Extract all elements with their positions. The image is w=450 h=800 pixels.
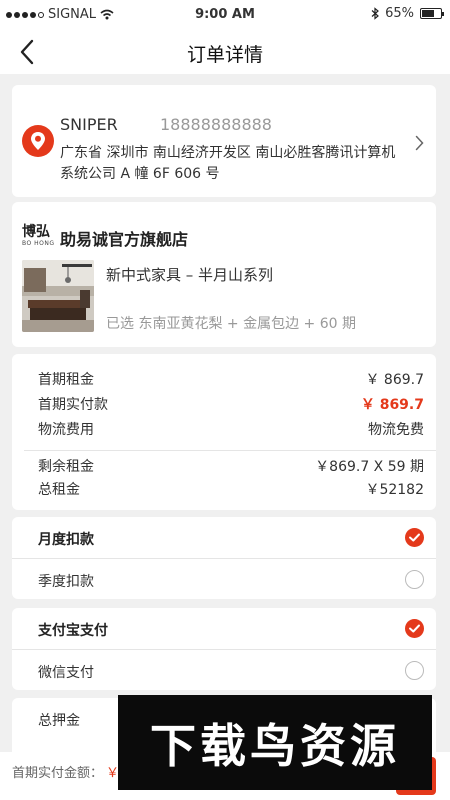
unchecked-circle-icon[interactable] <box>405 570 424 589</box>
product-name: 新中式家具 – 半月山系列 <box>106 266 274 284</box>
price-row-value: ￥ 869.7 <box>360 397 424 413</box>
price-row-value: ￥52182 <box>365 482 424 498</box>
option-alipay[interactable]: 支付宝支付 <box>12 608 436 649</box>
price-row-label: 剩余租金 <box>38 459 94 475</box>
option-label: 季度扣款 <box>38 574 94 590</box>
product-image[interactable] <box>22 260 94 332</box>
price-row-value: 物流免费 <box>368 422 424 438</box>
price-row-label: 首期租金 <box>38 372 94 388</box>
checked-circle-icon[interactable] <box>405 528 424 547</box>
price-row-total-rent: 总租金 ￥52182 <box>38 479 424 499</box>
price-row-remaining-rent: 剩余租金 ￥869.7 X 59 期 <box>38 456 424 476</box>
watermark-text: 下载鸟资源 <box>150 718 400 773</box>
option-label: 微信支付 <box>38 665 94 681</box>
page-title: 订单详情 <box>186 44 263 66</box>
option-label: 月度扣款 <box>38 532 94 548</box>
battery-percentage: 65% <box>385 6 414 21</box>
deduction-options-card: 月度扣款 季度扣款 <box>12 517 436 599</box>
shop-name[interactable]: 助易诚官方旗舰店 <box>60 226 188 250</box>
shop-logo: 博弘 BO HONG <box>22 224 64 247</box>
order-item-card: 博弘 BO HONG 助易诚官方旗舰店 新中式家具 – 半月山系列 已选 东南亚… <box>12 202 436 347</box>
price-summary-card: 首期租金 ￥ 869.7 首期实付款 ￥ 869.7 物流费用 物流免费 剩余租… <box>12 354 436 510</box>
battery-icon <box>420 8 444 19</box>
price-row-label: 首期实付款 <box>38 397 108 413</box>
price-row-value: ￥ 869.7 <box>365 372 424 388</box>
recipient-phone: 18888888888 <box>160 115 272 134</box>
first-payment-label: 首期实付金额： <box>12 766 104 781</box>
price-row-first-rent: 首期租金 ￥ 869.7 <box>38 369 424 389</box>
shop-logo-en: BO HONG <box>22 240 55 247</box>
product-spec: 已选 东南亚黄花梨 + 金属包边 + 60 期 <box>106 316 356 332</box>
status-bar: SIGNAL 9:00 AM 65% <box>0 0 450 30</box>
navigation-bar: 订单详情 <box>0 30 450 74</box>
option-label: 支付宝支付 <box>38 623 108 639</box>
divider <box>24 450 436 451</box>
price-row-first-payment: 首期实付款 ￥ 869.7 <box>38 394 424 414</box>
shipping-address-card[interactable]: SNIPER 18888888888 广东省 深圳市 南山经济开发区 南山必胜客… <box>12 85 436 197</box>
location-pin-icon <box>22 125 54 157</box>
option-wechat-pay[interactable]: 微信支付 <box>12 649 436 690</box>
checked-circle-icon[interactable] <box>405 619 424 638</box>
option-monthly-deduction[interactable]: 月度扣款 <box>12 517 436 558</box>
payment-options-card: 支付宝支付 微信支付 <box>12 608 436 690</box>
price-row-label: 物流费用 <box>38 422 94 438</box>
deposit-label: 总押金 <box>38 713 80 729</box>
price-row-label: 总租金 <box>38 482 80 498</box>
unchecked-circle-icon[interactable] <box>405 661 424 680</box>
shop-logo-cn: 博弘 <box>22 224 50 240</box>
bluetooth-icon <box>371 7 380 20</box>
recipient-name: SNIPER <box>60 115 118 134</box>
price-row-value: ￥869.7 X 59 期 <box>315 459 424 475</box>
price-row-shipping: 物流费用 物流免费 <box>38 419 424 439</box>
watermark: 下载鸟资源 <box>118 695 432 790</box>
address-detail: 广东省 深圳市 南山经济开发区 南山必胜客腾讯计算机系统公司 A 幢 6F 60… <box>60 145 396 182</box>
chevron-right-icon <box>415 135 424 151</box>
option-quarterly-deduction[interactable]: 季度扣款 <box>12 558 436 599</box>
